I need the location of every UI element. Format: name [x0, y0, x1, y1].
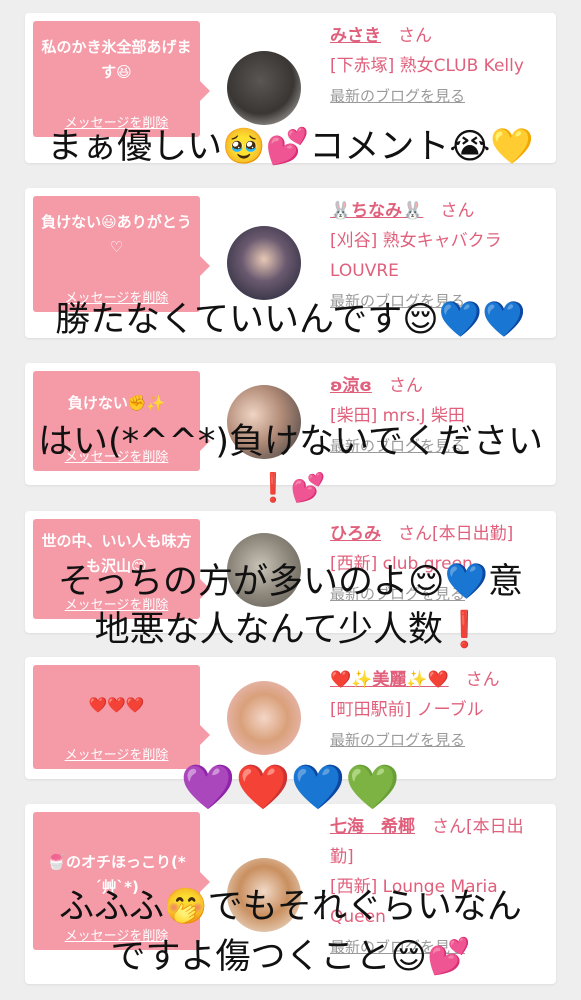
user-info: みさき さん [下赤塚] 熟女CLUB Kelly 最新のブログを見る — [330, 21, 546, 111]
overlay-caption: ❗💕 — [255, 471, 326, 504]
message-bubble: 🍧のオチほっこり(*´艸`*) メッセージを削除 — [33, 812, 210, 950]
message-bubble: ❤️❤️❤️ メッセージを削除 — [33, 665, 210, 769]
user-name-link[interactable]: ❤️✨美麗✨❤️ — [330, 670, 449, 690]
user-info: ❤️✨美麗✨❤️ さん [町田駅前] ノーブル 最新のブログを見る — [330, 665, 546, 755]
overlay-caption: まぁ優しい🥹💕コメント😭💛 — [47, 127, 534, 167]
overlay-caption: 💜❤️💙💚 — [180, 762, 401, 813]
message-bubble: 負けない😃ありがとう♡ メッセージを削除 — [33, 196, 210, 312]
avatar[interactable] — [227, 51, 301, 125]
overlay-caption: 勝たなくていいんです😌💙💙 — [55, 300, 526, 340]
overlay-caption: そっちの方が多いのよ😌💙意 — [57, 562, 524, 602]
message-text: 負けない😃ありがとう♡ — [41, 213, 192, 256]
user-name-link[interactable]: ʚ涼ɞ — [330, 376, 372, 396]
shop-link[interactable]: [町田駅前] ノーブル — [330, 700, 484, 720]
shop-link[interactable]: [刈谷] 熟女キャバクラ LOUVRE — [330, 231, 502, 281]
honorific: さん — [398, 26, 432, 46]
honorific: さん — [465, 670, 500, 690]
user-name-link[interactable]: みさき — [330, 26, 381, 46]
latest-blog-link[interactable]: 最新のブログを見る — [330, 731, 465, 749]
user-name-link[interactable]: 🐰ちなみ🐰 — [330, 201, 423, 221]
honorific: さん — [388, 376, 423, 396]
avatar[interactable] — [227, 681, 301, 755]
delete-message-link[interactable]: メッセージを削除 — [33, 744, 200, 763]
avatar[interactable] — [227, 226, 301, 300]
message-text: 負けない✊✨ — [67, 394, 166, 412]
latest-blog-link[interactable]: 最新のブログを見る — [330, 87, 465, 105]
overlay-caption: 地悪な人なんて少人数❗ — [94, 610, 487, 650]
overlay-caption: ふふふ🤭でもそれぐらいなん — [59, 887, 522, 927]
honorific: さん[本日出勤] — [398, 524, 514, 544]
message-card: ❤️❤️❤️ メッセージを削除 ❤️✨美麗✨❤️ さん [町田駅前] ノーブル … — [25, 657, 556, 779]
user-name-link[interactable]: ひろみ — [330, 524, 381, 544]
message-text: 私のかき氷全部あげます😆 — [41, 38, 192, 81]
overlay-caption: はい(*^^*)負けないでください — [38, 422, 543, 462]
shop-link[interactable]: [下赤塚] 熟女CLUB Kelly — [330, 56, 524, 76]
user-name-link[interactable]: 七海 希椰 — [330, 817, 415, 837]
overlay-caption: ですよ傷つくこと😌💕 — [110, 937, 471, 977]
message-bubble: 私のかき氷全部あげます😆 メッセージを削除 — [33, 21, 210, 137]
message-text: ❤️❤️❤️ — [88, 696, 145, 714]
honorific: さん — [440, 201, 475, 221]
